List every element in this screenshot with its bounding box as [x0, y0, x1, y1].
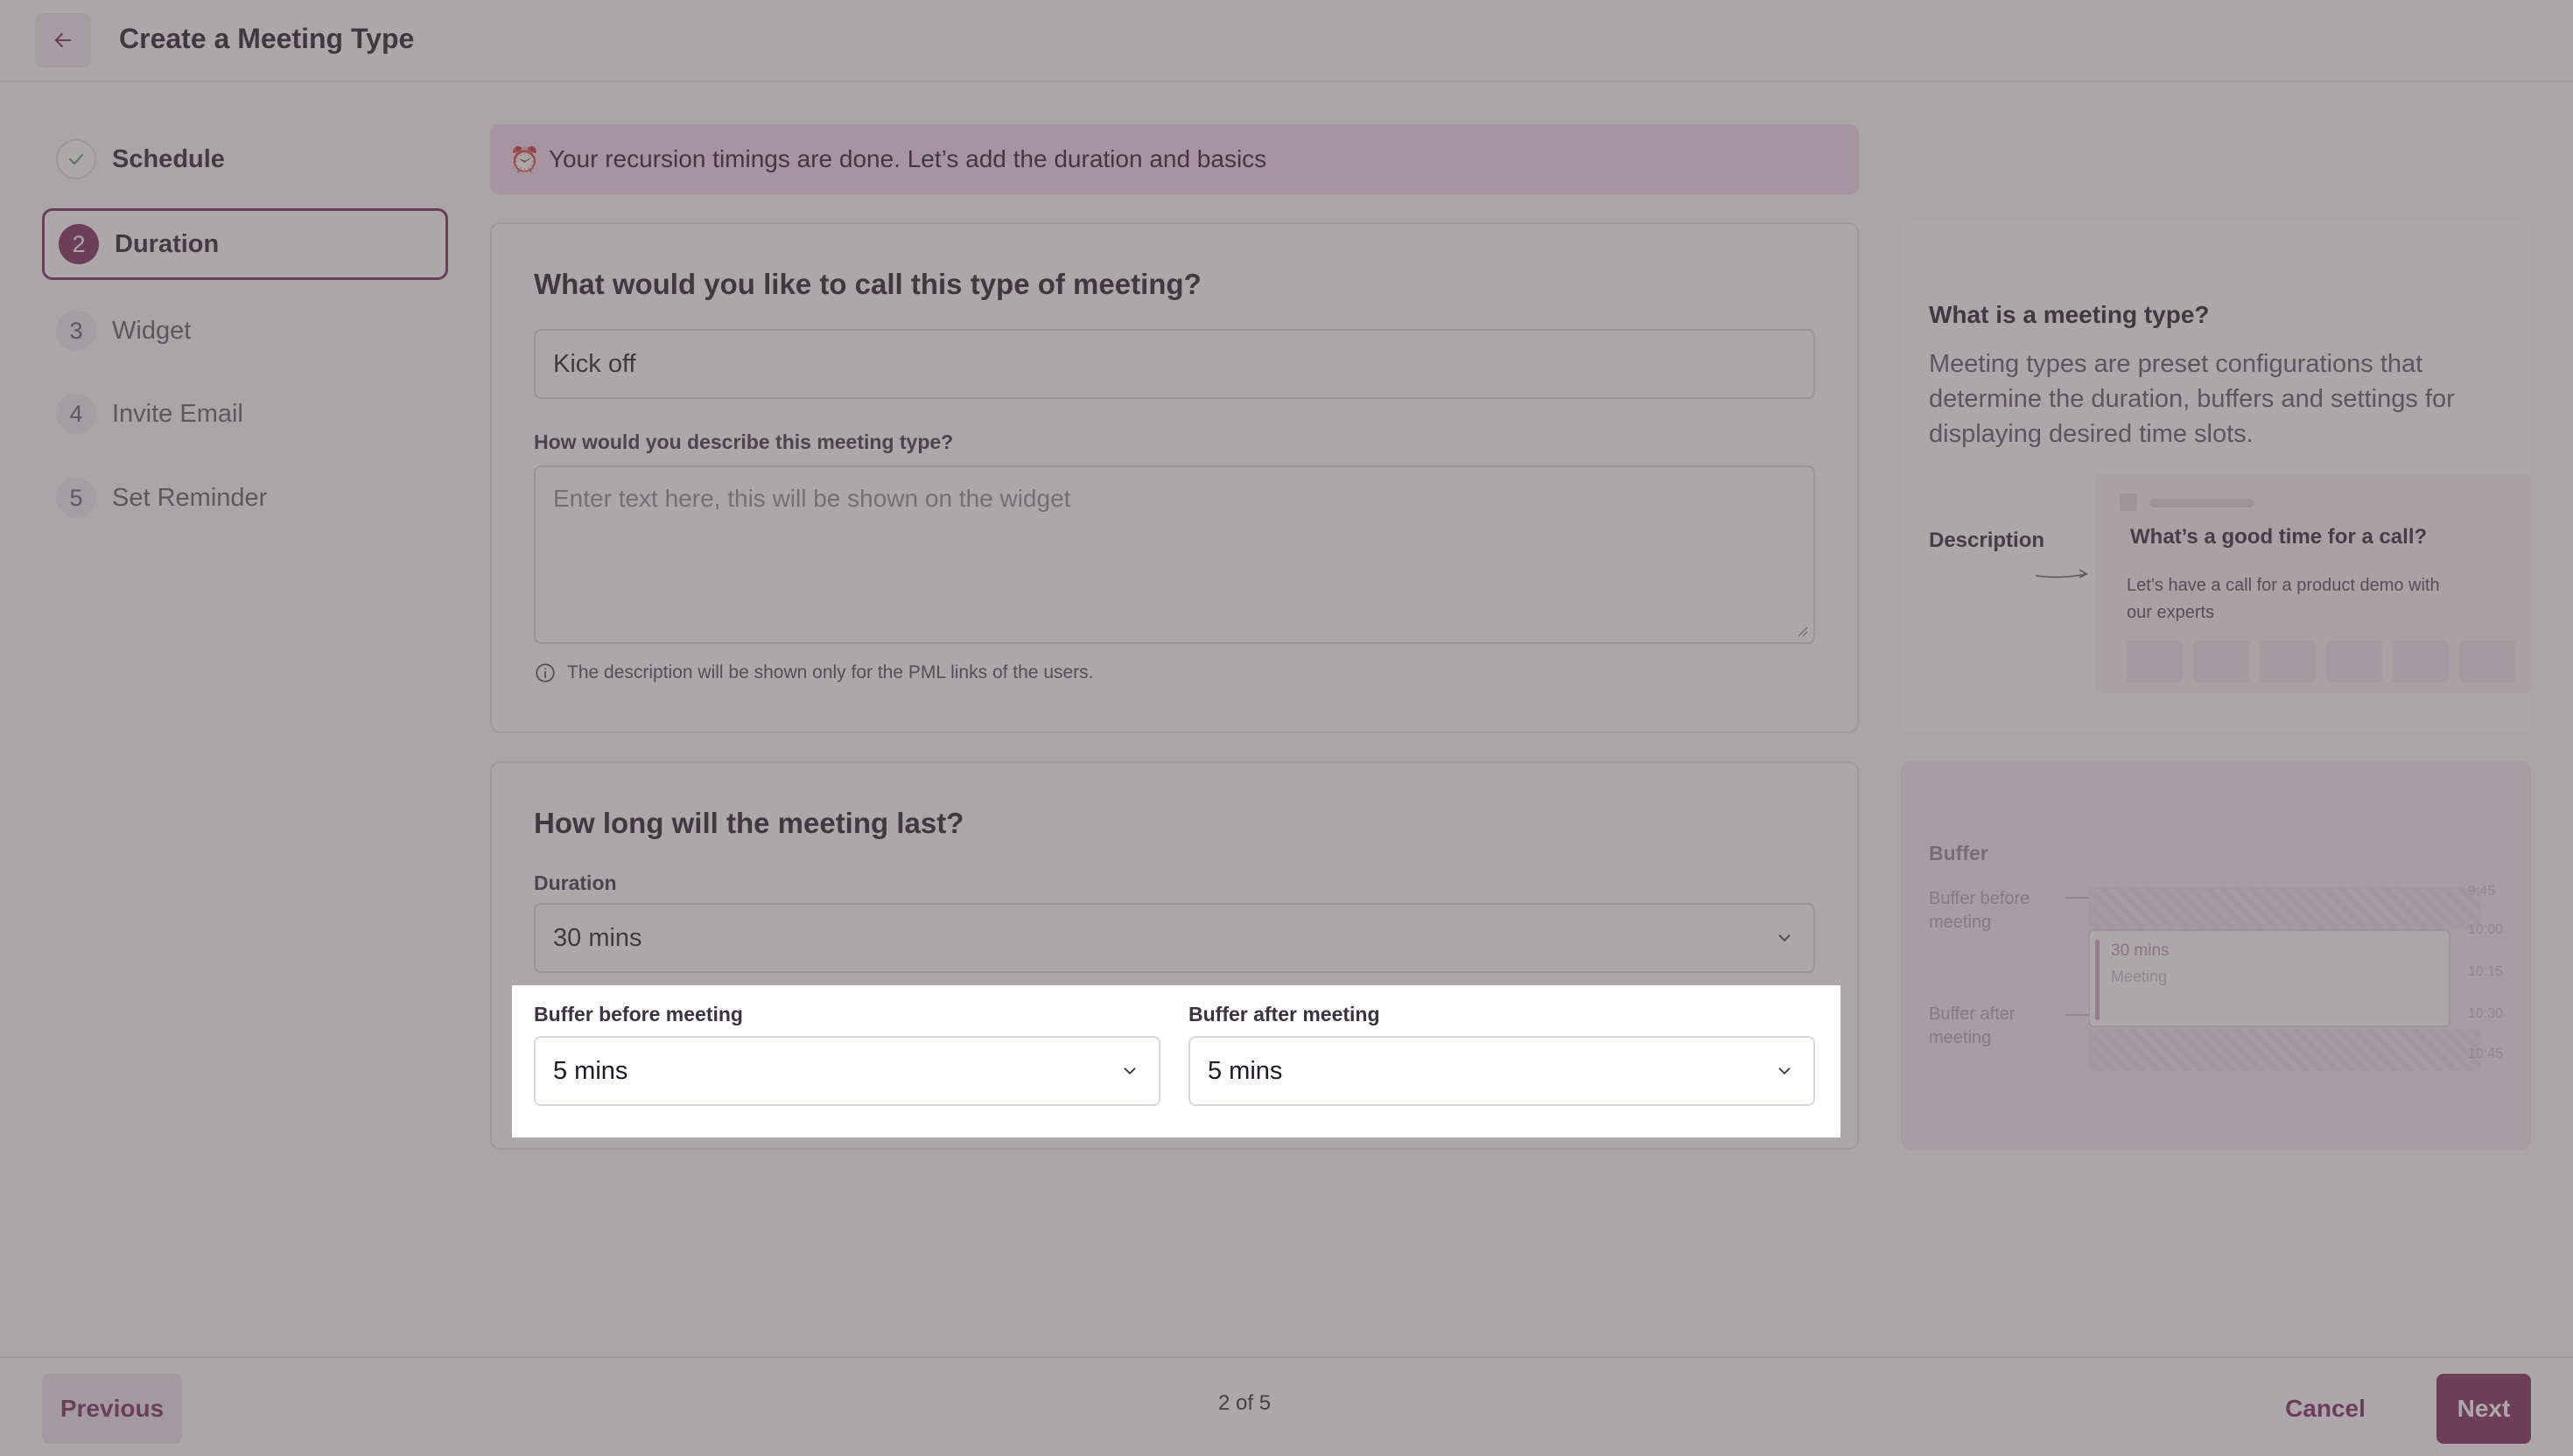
preview-slots: [2127, 640, 2515, 682]
step-number: 4: [56, 394, 96, 434]
buffer-before-caption: Buffer before meeting: [1929, 889, 2030, 932]
description-placeholder: Enter text here, this will be shown on t…: [553, 485, 1071, 512]
check-icon: [69, 154, 83, 164]
back-button[interactable]: [35, 13, 91, 67]
header: Create a Meeting Type: [0, 0, 2573, 82]
meeting-type-info-card: What is a meeting type? Meeting types ar…: [1901, 222, 2531, 733]
preview-avatar: [2120, 494, 2137, 511]
buffer-after-value: 5 mins: [1208, 1056, 1283, 1085]
meeting-block-duration: 30 mins: [2111, 942, 2170, 960]
step-duration[interactable]: 2 Duration: [42, 208, 448, 280]
info-body: Meeting types are preset configurations …: [1929, 350, 2455, 448]
cancel-button[interactable]: Cancel: [2268, 1374, 2382, 1444]
step-set-reminder[interactable]: 5 Set Reminder: [42, 462, 448, 534]
buffer-before-select[interactable]: 5 mins: [534, 1036, 1160, 1106]
step-widget[interactable]: 3 Widget: [42, 295, 448, 367]
hint-text: The description will be shown only for t…: [567, 662, 1094, 682]
info-banner: ⏰ Your recursion timings are done. Let’s…: [490, 124, 1859, 194]
meeting-block-label: Meeting: [2111, 968, 2168, 985]
meeting-accent: [2095, 940, 2100, 1020]
resize-handle-icon[interactable]: [1794, 623, 1808, 637]
step-done-badge: [56, 139, 96, 179]
duration-value: 30 mins: [553, 923, 642, 952]
duration-select[interactable]: 30 mins: [534, 903, 1815, 973]
basics-card: What would you like to call this type of…: [490, 222, 1859, 733]
buffer-title: Buffer: [1929, 842, 1988, 864]
info-title: What is a meeting type?: [1929, 301, 2210, 328]
duration-heading: How long will the meeting last?: [534, 807, 964, 839]
preview-slot: [2127, 640, 2183, 682]
previous-button[interactable]: Previous: [42, 1374, 182, 1444]
duration-label: Duration: [534, 872, 617, 894]
step-label: Invite Email: [112, 399, 243, 428]
info-icon: [536, 663, 555, 682]
arrow-left-icon: [54, 32, 72, 48]
arrow-right-icon: [2035, 569, 2088, 578]
preview-slot: [2459, 640, 2515, 682]
time-tick: 10:45: [2468, 1046, 2504, 1061]
step-label: Set Reminder: [112, 483, 268, 512]
chevron-down-icon: [1778, 934, 1791, 942]
alarm-clock-icon: ⏰: [509, 145, 540, 173]
step-number: 5: [56, 478, 96, 518]
preview-slot: [2193, 640, 2249, 682]
description-hint: The description will be shown only for t…: [534, 662, 1094, 684]
buffer-after-block: [2088, 1029, 2480, 1071]
preview-bar: [2149, 499, 2254, 508]
time-tick: 10:15: [2468, 964, 2504, 979]
step-number: 3: [56, 311, 96, 351]
buffer-after-caption: Buffer after meeting: [1929, 1004, 2016, 1047]
step-label: Schedule: [112, 144, 225, 173]
buffer-after-select[interactable]: 5 mins: [1188, 1036, 1815, 1106]
chevron-down-icon: [1124, 1068, 1136, 1075]
chevron-down-icon: [1778, 1068, 1791, 1075]
time-tick: 9:45: [2468, 884, 2496, 899]
description-callout-label: Description: [1929, 528, 2045, 552]
step-schedule[interactable]: Schedule: [42, 123, 448, 195]
step-invite-email[interactable]: 4 Invite Email: [42, 378, 448, 450]
preview-text: Let’s have a call for a product demo wit…: [2127, 576, 2440, 622]
widget-preview: What’s a good time for a call? Let’s hav…: [2095, 474, 2531, 693]
preview-slot: [2326, 640, 2382, 682]
step-number: 2: [59, 224, 99, 264]
time-tick: 10:30: [2468, 1006, 2504, 1021]
app: Create a Meeting Type Schedule 2 Duratio…: [0, 0, 2573, 1456]
preview-title: What’s a good time for a call?: [2130, 525, 2428, 549]
buffer-fields-highlight: Buffer before meeting 5 mins Buffer afte…: [512, 985, 1840, 1138]
buffer-before-block: [2088, 887, 2480, 929]
buffer-before-value: 5 mins: [553, 1056, 628, 1085]
step-label: Duration: [115, 229, 220, 258]
meeting-block: 30 mins Meeting: [2088, 929, 2450, 1027]
next-button[interactable]: Next: [2436, 1374, 2531, 1444]
description-label: How would you describe this meeting type…: [534, 430, 954, 453]
buffer-after-label: Buffer after meeting: [1188, 1003, 1380, 1026]
buffer-info-card: Buffer Buffer before meeting Buffer afte…: [1901, 761, 2531, 1150]
step-label: Widget: [112, 316, 192, 345]
step-progress: 2 of 5: [1218, 1391, 1272, 1415]
footer: Previous 2 of 5 Cancel Next: [0, 1356, 2573, 1456]
preview-slot: [2260, 640, 2316, 682]
description-textarea[interactable]: Enter text here, this will be shown on t…: [534, 466, 1815, 644]
preview-slot: [2393, 640, 2449, 682]
buffer-before-label: Buffer before meeting: [534, 1003, 743, 1026]
basics-heading: What would you like to call this type of…: [534, 268, 1202, 300]
banner-text: Your recursion timings are done. Let’s a…: [548, 145, 1267, 172]
meeting-name-input[interactable]: Kick off: [534, 329, 1815, 399]
page-title: Create a Meeting Type: [119, 23, 415, 54]
time-tick: 10:00: [2468, 922, 2504, 937]
